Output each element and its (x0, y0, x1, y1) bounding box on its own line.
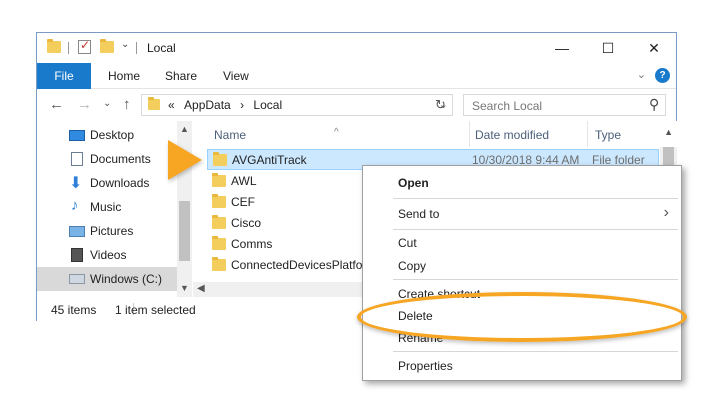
breadcrumb-overflow[interactable]: « (168, 98, 175, 112)
file-name: AVGAntiTrack (232, 153, 307, 167)
sort-ascending-icon: ^ (334, 127, 339, 138)
pictures-icon (69, 226, 85, 237)
sidebar-item-pictures[interactable]: Pictures (37, 219, 177, 243)
folder-icon (47, 39, 61, 53)
properties-quick-icon[interactable] (78, 38, 91, 54)
desktop-icon (69, 130, 85, 141)
folder-icon (212, 257, 226, 271)
column-header-type[interactable]: Type (588, 121, 660, 147)
maximize-button[interactable]: ☐ (585, 33, 631, 63)
menu-separator (393, 351, 678, 352)
file-name: ConnectedDevicesPlatfo (231, 258, 363, 272)
file-name: Comms (231, 237, 273, 251)
breadcrumb-local[interactable]: Local (253, 98, 282, 112)
downloads-icon: ⬇ (69, 175, 83, 192)
search-icon[interactable]: ⚲ (649, 96, 659, 113)
scroll-down-arrow[interactable]: ▼ (180, 283, 189, 293)
tab-view[interactable]: View (209, 63, 263, 89)
folder-icon (148, 97, 160, 110)
sidebar-item-label: Desktop (90, 128, 135, 142)
address-row: ← → ⌄ ↑ « AppData › Local ⌄ ↻ Search Loc… (37, 89, 676, 121)
sidebar-item-desktop[interactable]: Desktop (37, 123, 177, 147)
tab-home[interactable]: Home (94, 63, 154, 89)
new-folder-quick-icon[interactable] (100, 39, 114, 53)
up-button[interactable]: ↑ (123, 96, 131, 113)
refresh-button[interactable]: ↻ (435, 97, 446, 113)
column-label: Name (214, 128, 247, 142)
screen: ⌄ Local — ☐ ✕ File Home Share View ⌄ ? ←… (0, 0, 715, 415)
videos-icon (71, 248, 83, 262)
address-bar[interactable]: « AppData › Local ⌄ (141, 94, 453, 116)
breadcrumb-appdata[interactable]: AppData (184, 98, 231, 112)
highlight-arrow-icon (168, 140, 202, 180)
minimize-button[interactable]: — (539, 33, 585, 63)
sidebar-item-label: Downloads (90, 176, 150, 190)
menu-item-cut[interactable]: Cut (398, 236, 417, 250)
file-name: CEF (231, 195, 255, 209)
search-input[interactable]: Search Local ⚲ (463, 94, 666, 116)
sidebar-item-label: Pictures (90, 224, 134, 238)
scroll-left-arrow[interactable]: ◀ (197, 283, 205, 294)
quick-access-dropdown-icon[interactable]: ⌄ (121, 39, 129, 50)
menu-item-copy[interactable]: Copy (398, 259, 426, 273)
chevron-down-icon[interactable]: ⌄ (637, 68, 646, 81)
title-divider (136, 42, 137, 54)
window-title: Local (147, 41, 176, 55)
highlight-ellipse (357, 292, 687, 342)
tab-share[interactable]: Share (151, 63, 211, 89)
file-name: Cisco (231, 216, 262, 230)
menu-item-send-to[interactable]: Send to (398, 207, 439, 221)
documents-icon (71, 152, 83, 166)
drive-icon (69, 274, 85, 284)
scrollbar-thumb[interactable] (179, 201, 190, 261)
close-button[interactable]: ✕ (631, 33, 677, 63)
breadcrumb-separator[interactable]: › (240, 98, 244, 112)
music-icon: ♪ (71, 197, 79, 214)
file-name: AWL (231, 174, 257, 188)
breadcrumb: « AppData › Local (168, 98, 282, 112)
folder-icon (212, 194, 226, 208)
menu-separator (393, 279, 678, 280)
sidebar-item-label: Music (90, 200, 122, 214)
sidebar-item-label: Documents (90, 152, 151, 166)
context-menu: Open Send to › Cut Copy Create shortcut … (362, 165, 682, 381)
back-button[interactable]: ← (49, 96, 64, 113)
scroll-up-arrow[interactable]: ▲ (180, 124, 189, 134)
recent-locations-dropdown[interactable]: ⌄ (103, 98, 111, 109)
sidebar-item-label: Windows (C:) (90, 272, 163, 286)
item-count: 45 items (51, 303, 97, 317)
folder-icon (212, 215, 226, 229)
sidebar-item-documents[interactable]: Documents (37, 147, 177, 171)
menu-separator (393, 229, 678, 230)
menu-separator (393, 198, 678, 199)
sidebar-item-videos[interactable]: Videos (37, 243, 177, 267)
folder-icon (212, 236, 226, 250)
sidebar-item-downloads[interactable]: ⬇ Downloads (37, 171, 177, 195)
sidebar-item-windows-c[interactable]: Windows (C:) (37, 267, 177, 291)
column-header-date[interactable]: Date modified (469, 121, 589, 147)
title-bar: ⌄ Local — ☐ ✕ (37, 33, 676, 63)
sidebar-item-music[interactable]: ♪ Music (37, 195, 177, 219)
folder-icon (213, 152, 227, 166)
search-placeholder: Search Local (472, 99, 543, 113)
menu-item-open[interactable]: Open (398, 176, 429, 190)
ribbon-tabs: File Home Share View ⌄ ? (37, 63, 676, 89)
sidebar-item-label: Videos (90, 248, 127, 262)
column-header-name[interactable]: Name ^ (193, 121, 470, 147)
menu-item-properties[interactable]: Properties (398, 359, 453, 373)
selection-count: 1 item selected (115, 303, 196, 317)
title-divider (68, 42, 69, 54)
folder-icon (212, 173, 226, 187)
chevron-right-icon: › (663, 204, 669, 221)
tab-file[interactable]: File (37, 63, 91, 89)
help-icon[interactable]: ? (655, 68, 670, 83)
scroll-up-arrow[interactable]: ▲ (664, 127, 673, 137)
forward-button[interactable]: → (77, 96, 92, 113)
